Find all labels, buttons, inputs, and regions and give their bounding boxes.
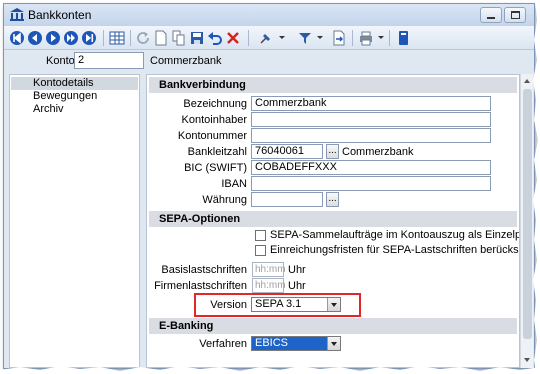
bic-field[interactable]: COBADEFFXXX bbox=[251, 160, 491, 175]
grid-icon[interactable] bbox=[109, 30, 125, 46]
previous-record-icon[interactable] bbox=[27, 30, 43, 46]
vertical-scrollbar[interactable] bbox=[520, 74, 533, 368]
scroll-down-icon[interactable] bbox=[524, 358, 530, 362]
bankleitzahl-bank-name: Commerzbank bbox=[342, 146, 414, 158]
kontonummer-field[interactable] bbox=[251, 128, 491, 143]
firmenlastschriften-time-field[interactable]: hh:mm bbox=[252, 278, 286, 293]
info-icon[interactable] bbox=[395, 30, 411, 46]
bankleitzahl-field[interactable]: 76040061 bbox=[251, 144, 323, 159]
pin-icon[interactable] bbox=[258, 30, 274, 46]
kontoinhaber-field[interactable] bbox=[251, 112, 491, 127]
toolbar-separator bbox=[389, 30, 390, 46]
next-record-icon[interactable] bbox=[45, 30, 61, 46]
filter-dropdown-arrow-icon[interactable] bbox=[317, 36, 323, 39]
verfahren-label: Verfahren bbox=[199, 338, 247, 350]
forward-record-icon[interactable] bbox=[63, 30, 79, 46]
konto-label: Konto bbox=[46, 55, 75, 67]
scroll-up-icon[interactable] bbox=[524, 79, 530, 83]
scroll-thumb[interactable] bbox=[523, 89, 532, 339]
sepa-sammelauftraege-label: SEPA-Sammelaufträge im Kontoauszug als E… bbox=[270, 229, 519, 241]
sepa-sammelauftraege-checkbox[interactable] bbox=[255, 230, 266, 241]
toolbar-separator bbox=[352, 30, 353, 46]
sidebar-item-bewegungen[interactable]: Bewegungen bbox=[11, 90, 138, 103]
minimize-button[interactable] bbox=[480, 7, 502, 23]
bankkonten-window: Bankkonten Konto 2 Commerzbank Kontodeta… bbox=[3, 3, 535, 369]
maximize-button[interactable] bbox=[504, 7, 526, 23]
basislastschriften-time-field[interactable]: hh:mm bbox=[252, 262, 286, 277]
copy-icon[interactable] bbox=[171, 30, 187, 46]
undo-icon[interactable] bbox=[207, 30, 223, 46]
last-record-icon[interactable] bbox=[81, 30, 97, 46]
export-icon[interactable] bbox=[331, 30, 347, 46]
sidebar: Kontodetails Bewegungen Archiv bbox=[9, 74, 140, 368]
toolbar-separator bbox=[248, 30, 249, 46]
section-sepa-optionen: SEPA-Optionen bbox=[149, 211, 517, 227]
bezeichnung-field[interactable]: Commerzbank bbox=[251, 96, 491, 111]
chevron-down-icon[interactable] bbox=[327, 337, 340, 350]
version-label: Version bbox=[210, 299, 247, 311]
einreichungsfristen-checkbox[interactable] bbox=[255, 245, 266, 256]
iban-label: IBAN bbox=[221, 178, 247, 190]
verfahren-select[interactable]: EBICS bbox=[251, 336, 341, 351]
toolbar bbox=[4, 26, 534, 50]
sidebar-item-archiv[interactable]: Archiv bbox=[11, 103, 138, 116]
toolbar-separator bbox=[103, 30, 104, 46]
sidebar-item-kontodetails[interactable]: Kontodetails bbox=[11, 77, 138, 90]
version-select-value: SEPA 3.1 bbox=[255, 298, 302, 310]
filter-icon[interactable] bbox=[297, 30, 313, 46]
firmenlastschriften-label: Firmenlastschriften bbox=[154, 280, 247, 292]
toolbar-separator bbox=[130, 30, 131, 46]
konto-name: Commerzbank bbox=[150, 55, 222, 67]
print-icon[interactable] bbox=[358, 30, 374, 46]
save-icon[interactable] bbox=[189, 30, 205, 46]
kontoinhaber-label: Kontoinhaber bbox=[181, 114, 247, 126]
title-bar: Bankkonten bbox=[4, 4, 534, 26]
chevron-down-icon[interactable] bbox=[327, 298, 340, 311]
window-title: Bankkonten bbox=[28, 8, 92, 22]
kontonummer-label: Kontonummer bbox=[177, 130, 247, 142]
kontodetails-panel: Bankverbindung Bezeichnung Commerzbank K… bbox=[146, 74, 520, 368]
firmenlastschriften-uhr: Uhr bbox=[288, 280, 306, 292]
pin-dropdown-arrow-icon[interactable] bbox=[279, 36, 285, 39]
version-select[interactable]: SEPA 3.1 bbox=[251, 297, 341, 312]
waehrung-label: Währung bbox=[202, 194, 247, 206]
waehrung-lookup-button[interactable]: ... bbox=[326, 192, 339, 207]
konto-number-field[interactable]: 2 bbox=[74, 52, 144, 69]
bic-label: BIC (SWIFT) bbox=[184, 162, 247, 174]
section-bankverbindung: Bankverbindung bbox=[149, 77, 517, 93]
first-record-icon[interactable] bbox=[9, 30, 25, 46]
bezeichnung-label: Bezeichnung bbox=[183, 98, 247, 110]
print-dropdown-arrow-icon[interactable] bbox=[378, 36, 384, 39]
bankleitzahl-label: Bankleitzahl bbox=[187, 146, 247, 158]
refresh-icon[interactable] bbox=[135, 30, 151, 46]
minimize-icon bbox=[487, 17, 495, 19]
bankleitzahl-lookup-button[interactable]: ... bbox=[326, 144, 339, 159]
iban-field[interactable] bbox=[251, 176, 491, 191]
new-document-icon[interactable] bbox=[153, 30, 169, 46]
maximize-icon bbox=[511, 11, 520, 19]
waehrung-field[interactable] bbox=[251, 192, 323, 207]
bank-icon bbox=[10, 8, 24, 21]
verfahren-select-value: EBICS bbox=[255, 337, 289, 349]
konto-bar: Konto 2 Commerzbank bbox=[4, 50, 534, 72]
einreichungsfristen-label: Einreichungsfristen für SEPA-Lastschrift… bbox=[270, 244, 519, 256]
delete-icon[interactable] bbox=[225, 30, 241, 46]
basislastschriften-uhr: Uhr bbox=[288, 264, 306, 276]
section-e-banking: E-Banking bbox=[149, 318, 517, 334]
basislastschriften-label: Basislastschriften bbox=[161, 264, 247, 276]
